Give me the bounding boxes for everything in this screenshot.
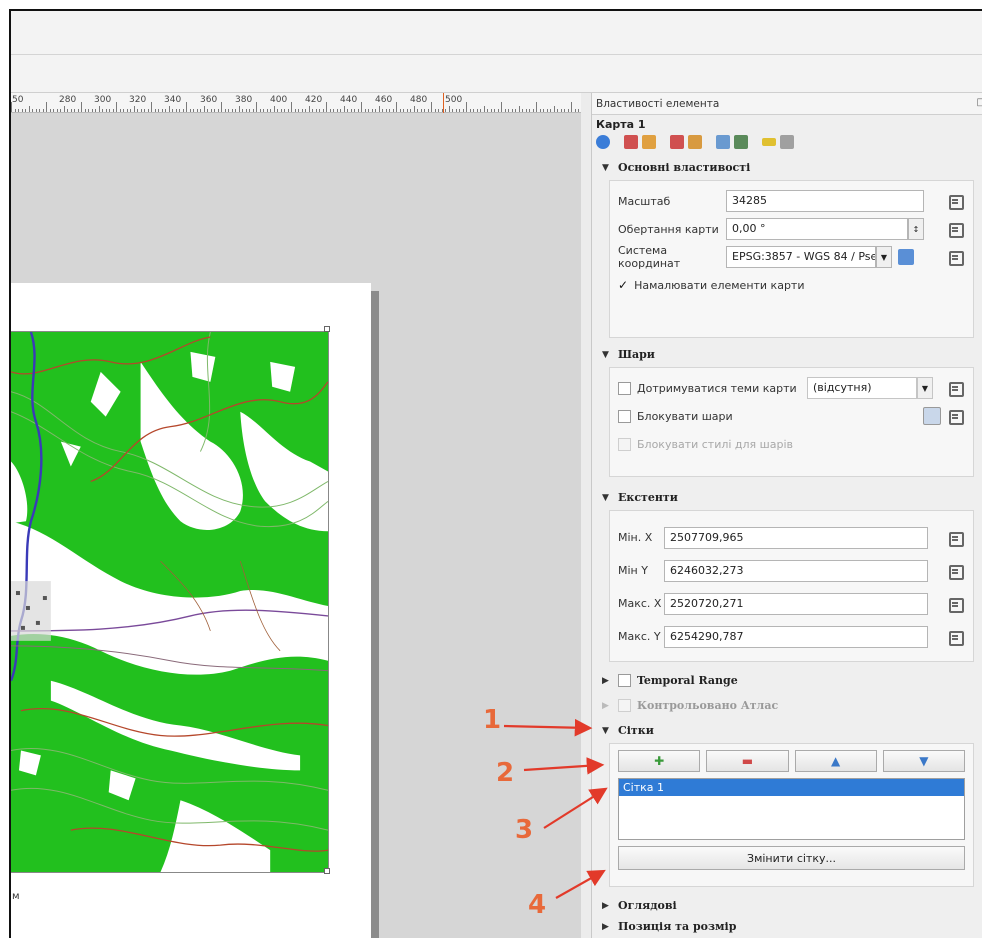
annotation-arrow [523, 757, 605, 775]
annotation-arrow [555, 869, 606, 899]
annotation-arrows [503, 718, 608, 899]
annotation-arrow [543, 787, 608, 829]
annotation-arrow [503, 718, 593, 737]
